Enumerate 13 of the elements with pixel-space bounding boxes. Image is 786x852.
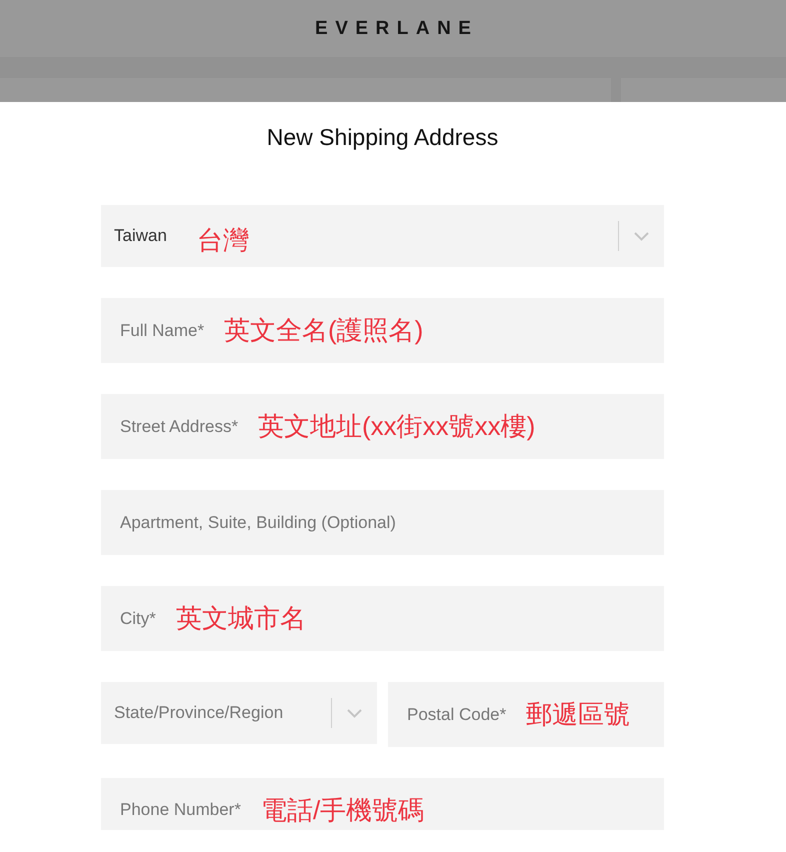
annotation-text: 台灣 bbox=[196, 225, 249, 255]
dropdown-select[interactable]: Taiwan 台灣 bbox=[101, 205, 664, 267]
brand-logo[interactable]: EVERLANE bbox=[315, 19, 478, 38]
annotation-text: 英文全名(護照名) bbox=[224, 315, 424, 345]
dialog-title: New Shipping Address bbox=[266, 123, 500, 152]
annotation-text: 英文地址(xx街xx號xx樓) bbox=[258, 411, 536, 441]
dropdown-select[interactable]: State/Province/Region bbox=[101, 682, 377, 744]
chevron-down-icon bbox=[347, 708, 362, 718]
annotation-text: 郵遞區號 bbox=[526, 699, 630, 729]
annotation-text: 英文城市名 bbox=[176, 603, 306, 633]
annotation-text: 電話/手機號碼 bbox=[261, 795, 424, 825]
input-field[interactable]: Apartment, Suite, Building (Optional) bbox=[101, 490, 664, 555]
chevron-down-icon bbox=[634, 232, 649, 240]
